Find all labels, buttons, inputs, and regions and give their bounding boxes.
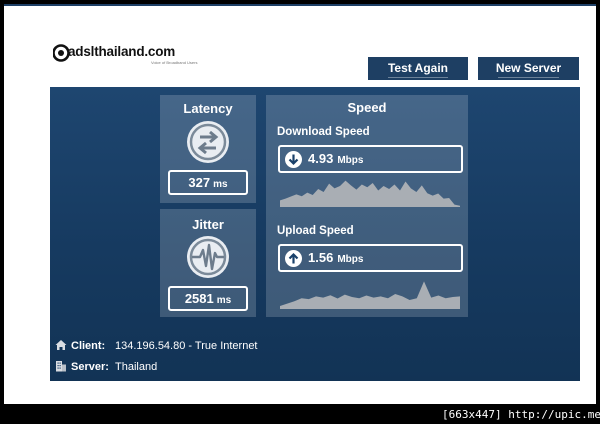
arrow-up-icon	[285, 250, 302, 267]
waveform-icon	[187, 236, 229, 278]
speedtest-page: adslthailand.com Voice of Broadband User…	[4, 4, 596, 404]
download-value-box: 4.93 Mbps	[278, 145, 463, 173]
jitter-unit: ms	[216, 295, 232, 306]
server-label: Server:	[71, 361, 109, 373]
arrows-swap-icon	[187, 121, 229, 163]
latency-value-box: 327 ms	[168, 170, 248, 195]
logo-text: adslthailand.com	[68, 44, 176, 59]
jitter-card: Jitter 2581 ms	[160, 209, 256, 317]
upload-value-text: 1.56 Mbps	[308, 250, 363, 265]
upload-value-box: 1.56 Mbps	[278, 244, 463, 272]
top-border	[4, 4, 596, 6]
upload-value: 1.56	[308, 250, 334, 265]
results-panel: Latency 327 ms Jitter 2581 ms Speed Down…	[50, 87, 580, 381]
latency-unit: ms	[213, 179, 228, 190]
home-icon	[55, 340, 67, 350]
upload-graph	[280, 281, 460, 309]
test-again-button[interactable]: Test Again	[368, 57, 468, 80]
jitter-value-box: 2581 ms	[168, 286, 248, 311]
watermark-text: [663x447] http://upic.me/	[442, 406, 600, 424]
speed-title: Speed	[347, 100, 387, 115]
upload-label: Upload Speed	[277, 225, 354, 237]
download-graph	[280, 180, 460, 207]
latency-value: 327	[188, 175, 211, 190]
latency-card: Latency 327 ms	[160, 95, 256, 203]
upload-unit: Mbps	[337, 254, 364, 265]
building-icon	[56, 361, 66, 372]
new-server-button[interactable]: New Server	[478, 57, 579, 80]
download-value-text: 4.93 Mbps	[308, 151, 363, 166]
download-unit: Mbps	[337, 155, 364, 166]
upload-graph-area	[280, 281, 460, 309]
download-value: 4.93	[308, 151, 334, 166]
logo-tagline: Voice of Broadband Users	[151, 60, 198, 65]
client-value: 134.196.54.80 - True Internet	[115, 340, 258, 352]
download-label: Download Speed	[277, 126, 370, 138]
speed-card: Speed Download Speed 4.93 Mbps Upload Spe…	[266, 95, 468, 317]
arrow-down-icon	[285, 151, 302, 168]
jitter-value: 2581	[184, 291, 214, 306]
client-label: Client:	[71, 340, 106, 352]
latency-title: Latency	[183, 101, 233, 116]
server-value: Thailand	[115, 361, 158, 373]
download-graph-area	[280, 180, 460, 207]
jitter-title: Jitter	[192, 217, 224, 232]
